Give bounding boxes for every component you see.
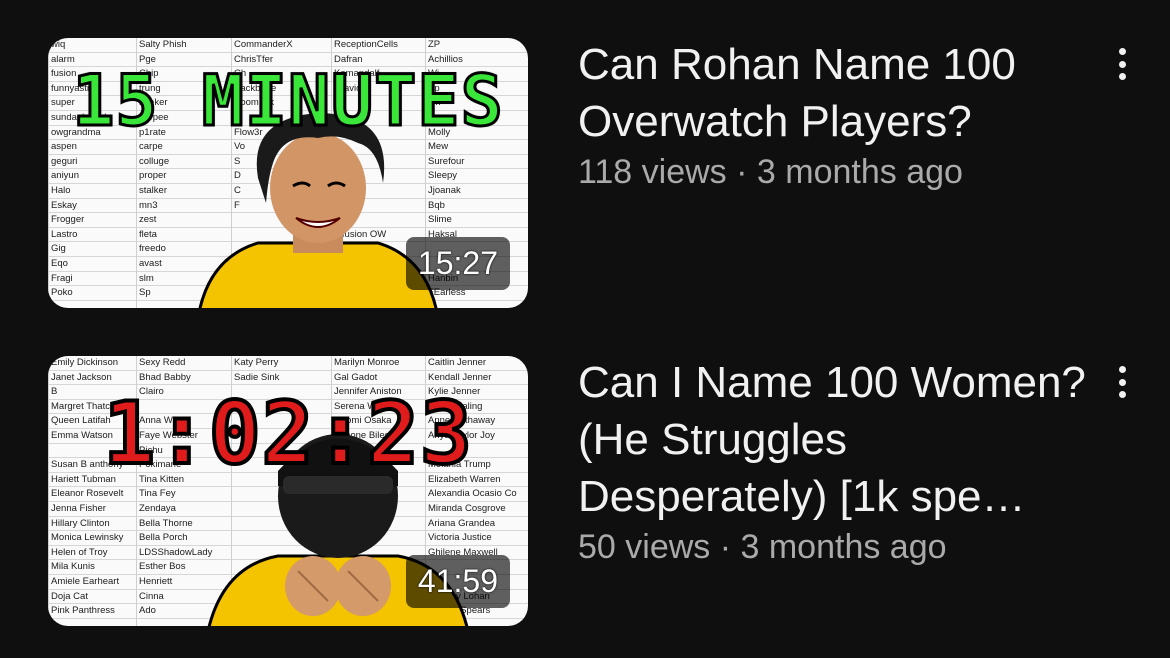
sheet-cell: Fragi [48,272,136,287]
view-count: 118 views [578,153,727,191]
sheet-cell: Jenna Fisher [48,502,136,517]
sheet-cell: geguri [48,155,136,170]
sheet-cell: ReceptionCells [331,38,425,53]
sheet-cell: Marilyn Monroe [331,356,425,371]
duration-badge: 41:59 [405,555,510,608]
sheet-cell: Eleanor Rosevelt [48,487,136,502]
meta-separator: · [726,153,757,191]
sheet-cell: ZP [425,38,528,53]
video-meta: Can I Name 100 Women? (He Struggles Desp… [578,354,1088,567]
thumbnail-overlay-text: 15 MINUTES [71,59,504,144]
video-item[interactable]: wiq alarm fusion funnyastro super sundaebread… [0,36,1170,308]
sheet-cell: Pink Panthress [48,604,136,619]
sheet-cell: Kendall Jenner [425,371,528,386]
video-meta: Can Rohan Name 100 Overwatch Players? 11… [578,36,1088,192]
sheet-cell: Janet Jackson [48,371,136,386]
upload-age: 3 months ago [740,528,947,566]
duration-badge: 15:27 [405,237,510,290]
sheet-cell: Salty Phish [136,38,231,53]
sheet-cell: Bhad Babby [136,371,231,386]
view-count: 50 views [578,528,711,566]
sheet-cell: Doja Cat [48,590,136,605]
sheet-cell: Eskay [48,199,136,214]
sheet-cell: aspen [48,140,136,155]
sheet-cell: Poko [48,286,136,301]
video-item[interactable]: Emily Dickinson Janet Jackson B Margret Tha… [0,354,1170,626]
more-vert-icon[interactable] [1112,362,1132,402]
sheet-cell: Frogger [48,213,136,228]
sheet-cell: CommanderX [231,38,331,53]
video-title[interactable]: Can Rohan Name 100 Overwatch Players? [578,36,1088,150]
video-thumbnail[interactable]: Emily Dickinson Janet Jackson B Margret Tha… [48,356,528,626]
more-vert-icon[interactable] [1112,44,1132,84]
sheet-cell: aniyun [48,169,136,184]
sheet-cell: Sexy Redd [136,356,231,371]
sheet-cell: Hillary Clinton [48,517,136,532]
video-stats: 118 views · 3 months ago [578,152,1088,192]
sheet-cell: Mila Kunis [48,560,136,575]
sheet-cell: Lastro [48,228,136,243]
sheet-cell: Gig [48,242,136,257]
sheet-cell: Monica Lewinsky [48,531,136,546]
sheet-cell: Halo [48,184,136,199]
video-title[interactable]: Can I Name 100 Women? (He Struggles Desp… [578,354,1088,525]
video-stats: 50 views · 3 months ago [578,527,1088,567]
sheet-cell: wiq [48,38,136,53]
sheet-cell: Katy Perry [231,356,331,371]
meta-separator: · [710,528,741,566]
sheet-cell: Gal Gadot [331,371,425,386]
upload-age: 3 months ago [756,153,963,191]
sheet-cell: Eqo [48,257,136,272]
sheet-cell: Helen of Troy [48,546,136,561]
thumbnail-overlay-text: 1:02:23 [101,382,473,486]
sheet-cell: Emily Dickinson [48,356,136,371]
sheet-cell: Sadie Sink [231,371,331,386]
video-thumbnail[interactable]: wiq alarm fusion funnyastro super sundaebread… [48,38,528,308]
sheet-cell: Caitlin Jenner [425,356,528,371]
sheet-cell: Amiele Earheart [48,575,136,590]
